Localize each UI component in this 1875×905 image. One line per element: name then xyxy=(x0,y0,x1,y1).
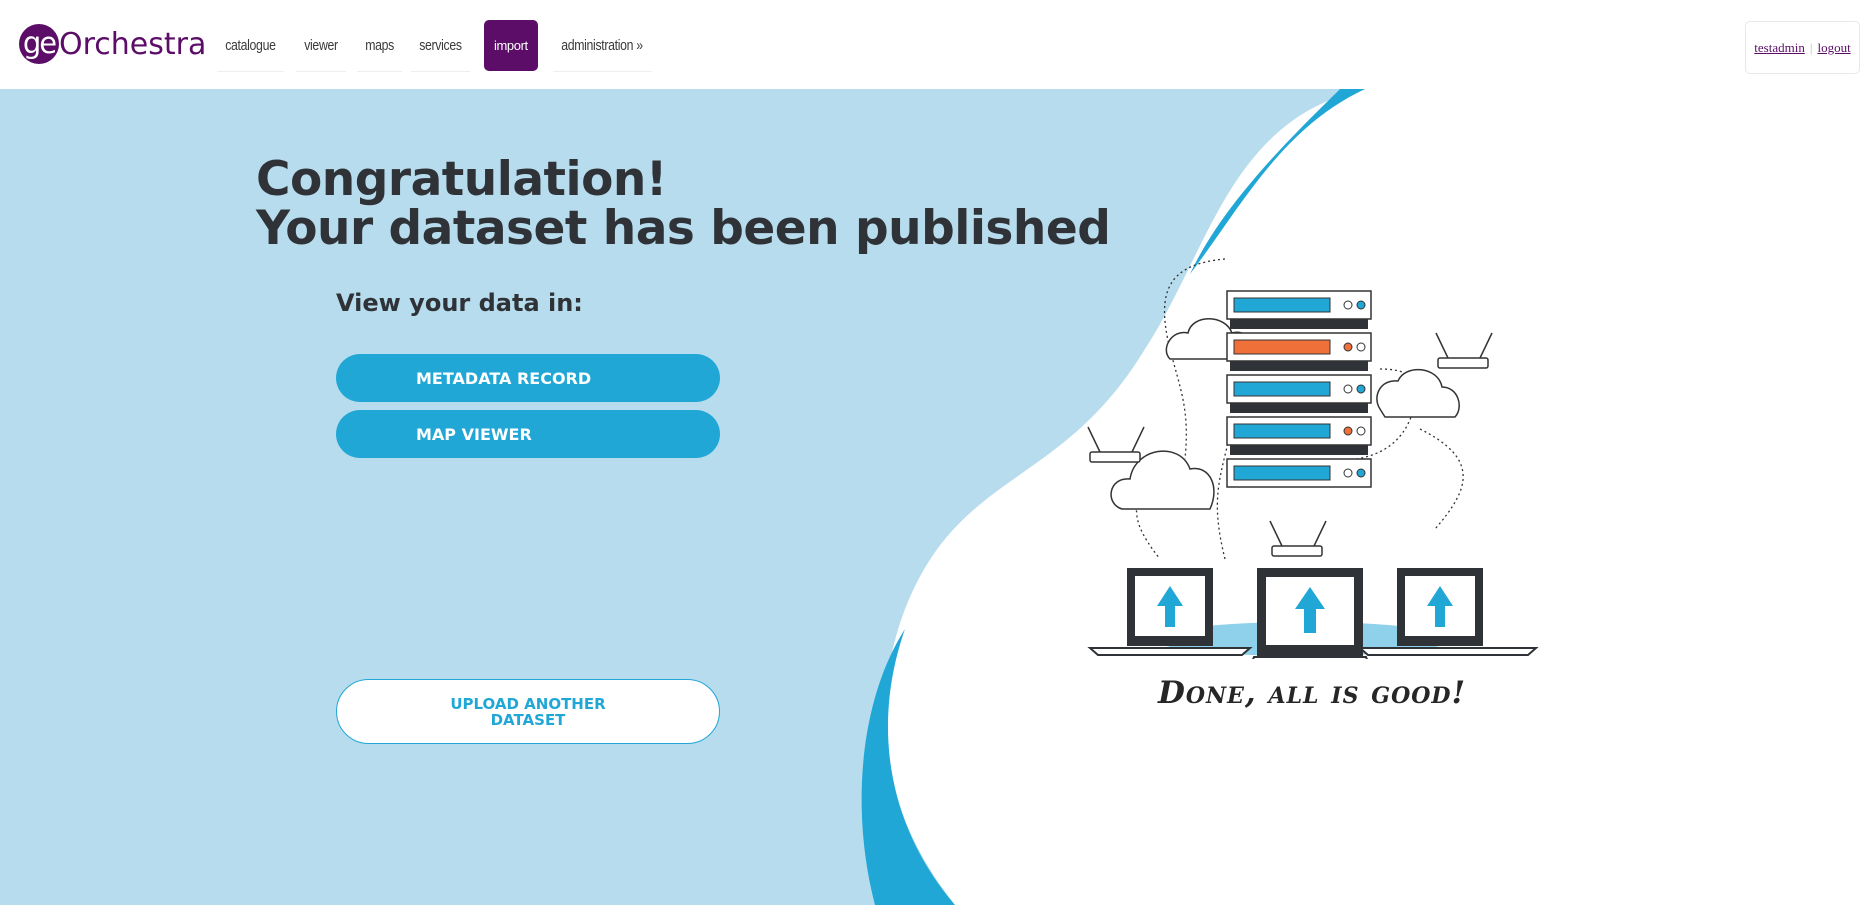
logout-link[interactable]: logout xyxy=(1817,40,1850,56)
upload-another-dataset-button[interactable]: UPLOAD ANOTHER DATASET xyxy=(336,679,720,744)
nav-import[interactable]: import xyxy=(484,20,538,71)
map-viewer-button[interactable]: MAP VIEWER xyxy=(336,410,720,458)
page-title: Congratulation! Your dataset has been pu… xyxy=(256,152,1111,256)
upload-button-line-2: DATASET xyxy=(490,711,566,729)
title-line-1: Congratulation! xyxy=(256,152,667,207)
logo-wordmark: Orchestra xyxy=(59,26,207,62)
view-data-heading: View your data in: xyxy=(336,289,583,317)
publish-illustration xyxy=(1087,258,1539,659)
georchestra-logo[interactable]: ge Orchestra xyxy=(19,24,206,64)
top-header: ge Orchestra catalogue viewer maps servi… xyxy=(0,0,1875,89)
title-line-2: Your dataset has been published xyxy=(256,201,1111,256)
metadata-record-button[interactable]: METADATA RECORD xyxy=(336,354,720,402)
upload-button-line-1: UPLOAD ANOTHER xyxy=(450,695,606,713)
user-separator: | xyxy=(1809,39,1813,55)
nav-viewer[interactable]: viewer xyxy=(296,20,346,72)
logo-badge: ge xyxy=(19,24,59,64)
nav-services[interactable]: services xyxy=(411,20,470,72)
nav-administration[interactable]: administration » xyxy=(553,20,651,72)
server-rack-icon xyxy=(1226,290,1372,488)
user-profile-link[interactable]: testadmin xyxy=(1754,40,1805,56)
user-box: testadmin | logout xyxy=(1745,21,1860,74)
done-message: Done, all is good! xyxy=(1158,675,1467,711)
nav-catalogue[interactable]: catalogue xyxy=(217,20,284,72)
hero-section: Congratulation! Your dataset has been pu… xyxy=(0,89,1875,905)
nav-maps[interactable]: maps xyxy=(357,20,403,72)
